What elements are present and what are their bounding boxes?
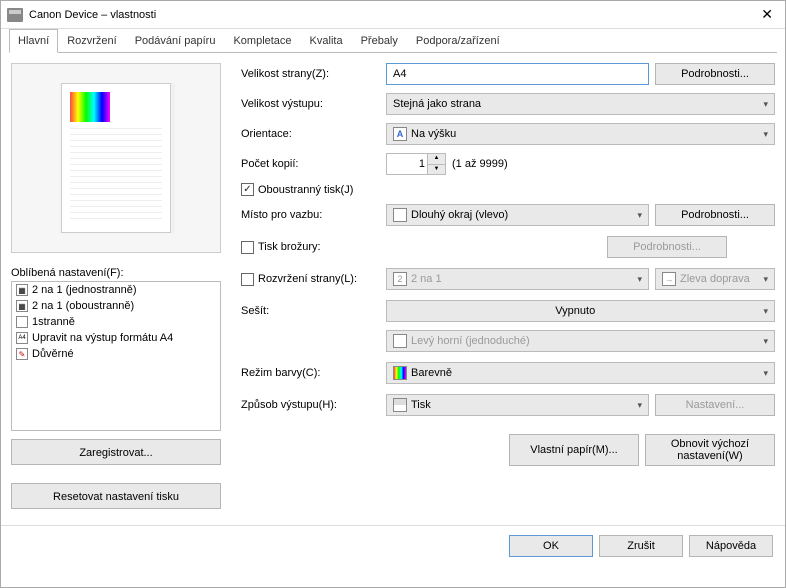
checkbox-unchecked-icon xyxy=(241,273,254,286)
tab-layout[interactable]: Rozvržení xyxy=(58,29,126,53)
tab-finishing[interactable]: Kompletace xyxy=(224,29,300,53)
layout-order-select: →Zleva doprava▾ xyxy=(655,268,775,290)
chevron-down-icon: ▾ xyxy=(763,368,768,379)
list-item[interactable]: A4Upravit na výstup formátu A4 xyxy=(12,330,220,346)
favorites-label: Oblíbená nastavení(F): xyxy=(11,267,221,279)
tab-main[interactable]: Hlavní xyxy=(9,29,58,53)
left-pane: Oblíbená nastavení(F): ▦2 na 1 (jednostr… xyxy=(11,63,221,525)
fav-icon: ▦ xyxy=(16,300,28,312)
restore-defaults-button[interactable]: Obnovit výchozí nastavení(W) xyxy=(645,434,775,466)
page-layout-select: 22 na 1▾ xyxy=(386,268,649,290)
checkbox-unchecked-icon xyxy=(241,241,254,254)
chevron-down-icon: ▾ xyxy=(637,400,642,411)
staple-select[interactable]: Vypnuto▾ xyxy=(386,300,775,322)
duplex-checkbox[interactable]: ✓ Oboustranný tisk(J) xyxy=(241,183,353,196)
staple-label: Sešít: xyxy=(241,305,386,317)
reset-button[interactable]: Resetovat nastavení tisku xyxy=(11,483,221,509)
window-title: Canon Device – vlastnosti xyxy=(29,9,156,21)
spin-up-icon[interactable]: ▲ xyxy=(428,154,445,165)
copies-label: Počet kopií: xyxy=(241,158,386,170)
print-icon xyxy=(393,398,407,412)
right-pane: Velikost strany(Z): Podrobnosti... Velik… xyxy=(221,63,775,525)
chevron-down-icon: ▾ xyxy=(763,336,768,347)
orientation-label: Orientace: xyxy=(241,128,386,140)
custom-paper-button[interactable]: Vlastní papír(M)... xyxy=(509,434,639,466)
register-button[interactable]: Zaregistrovat... xyxy=(11,439,221,465)
printer-icon xyxy=(7,8,23,22)
chevron-down-icon: ▾ xyxy=(763,274,768,285)
page-size-details-button[interactable]: Podrobnosti... xyxy=(655,63,775,85)
cancel-button[interactable]: Zrušit xyxy=(599,535,683,557)
tab-covers[interactable]: Přebaly xyxy=(352,29,407,53)
color-mode-select[interactable]: Barevně▾ xyxy=(386,362,775,384)
chevron-down-icon: ▾ xyxy=(763,99,768,110)
tab-quality[interactable]: Kvalita xyxy=(301,29,352,53)
tab-paper[interactable]: Podávání papíru xyxy=(126,29,225,53)
booklet-checkbox[interactable]: Tisk brožury: xyxy=(241,241,386,254)
copies-range: (1 až 9999) xyxy=(452,158,508,170)
output-size-label: Velikost výstupu: xyxy=(241,98,386,110)
output-method-select[interactable]: Tisk▾ xyxy=(386,394,649,416)
content: Oblíbená nastavení(F): ▦2 na 1 (jednostr… xyxy=(1,53,785,525)
fav-icon: A4 xyxy=(16,332,28,344)
color-swatch-icon xyxy=(393,366,407,380)
chevron-down-icon: ▾ xyxy=(637,274,642,285)
list-item[interactable]: ▦2 na 1 (oboustranně) xyxy=(12,298,220,314)
favorites-list[interactable]: ▦2 na 1 (jednostranně) ▦2 na 1 (oboustra… xyxy=(11,281,221,431)
help-button[interactable]: Nápověda xyxy=(689,535,773,557)
binding-details-button[interactable]: Podrobnosti... xyxy=(655,204,775,226)
chevron-down-icon: ▾ xyxy=(637,210,642,221)
page-size-input[interactable] xyxy=(386,63,649,85)
portrait-icon: A xyxy=(393,127,407,141)
staple-position-select: Levý horní (jednoduché)▾ xyxy=(386,330,775,352)
output-method-label: Způsob výstupu(H): xyxy=(241,399,386,411)
page-layout-checkbox[interactable]: Rozvržení strany(L): xyxy=(241,273,386,286)
output-size-select[interactable]: Stejná jako strana▾ xyxy=(386,93,775,115)
preview-page-icon xyxy=(61,83,171,233)
chevron-down-icon: ▾ xyxy=(763,129,768,140)
output-settings-button: Nastavení... xyxy=(655,394,775,416)
color-mode-label: Režim barvy(C): xyxy=(241,367,386,379)
layout-icon: 2 xyxy=(393,272,407,286)
booklet-details-button: Podrobnosti... xyxy=(607,236,727,258)
chevron-down-icon: ▾ xyxy=(763,306,768,317)
dialog-footer: OK Zrušit Nápověda xyxy=(1,525,785,565)
checkbox-checked-icon: ✓ xyxy=(241,183,254,196)
list-item[interactable]: ▦2 na 1 (jednostranně) xyxy=(12,282,220,298)
spin-down-icon[interactable]: ▼ xyxy=(428,165,445,175)
list-item[interactable]: ✎Důvěrné xyxy=(12,346,220,362)
close-icon[interactable]: ✕ xyxy=(755,6,779,23)
list-item[interactable]: 1stranně xyxy=(12,314,220,330)
binding-label: Místo pro vazbu: xyxy=(241,209,386,221)
titlebar: Canon Device – vlastnosti ✕ xyxy=(1,1,785,29)
binding-select[interactable]: Dlouhý okraj (vlevo)▾ xyxy=(386,204,649,226)
copies-input[interactable]: ▲▼ xyxy=(386,153,446,175)
page-size-label: Velikost strany(Z): xyxy=(241,68,386,80)
fav-icon: ✎ xyxy=(16,348,28,360)
staple-position-icon xyxy=(393,334,407,348)
ok-button[interactable]: OK xyxy=(509,535,593,557)
tab-bar: Hlavní Rozvržení Podávání papíru Komplet… xyxy=(1,29,785,53)
binding-icon xyxy=(393,208,407,222)
fav-icon: ▦ xyxy=(16,284,28,296)
arrow-right-icon: → xyxy=(662,272,676,286)
fav-icon xyxy=(16,316,28,328)
tab-support[interactable]: Podpora/zařízení xyxy=(407,29,509,53)
preview-box xyxy=(11,63,221,253)
orientation-select[interactable]: ANa výšku▾ xyxy=(386,123,775,145)
